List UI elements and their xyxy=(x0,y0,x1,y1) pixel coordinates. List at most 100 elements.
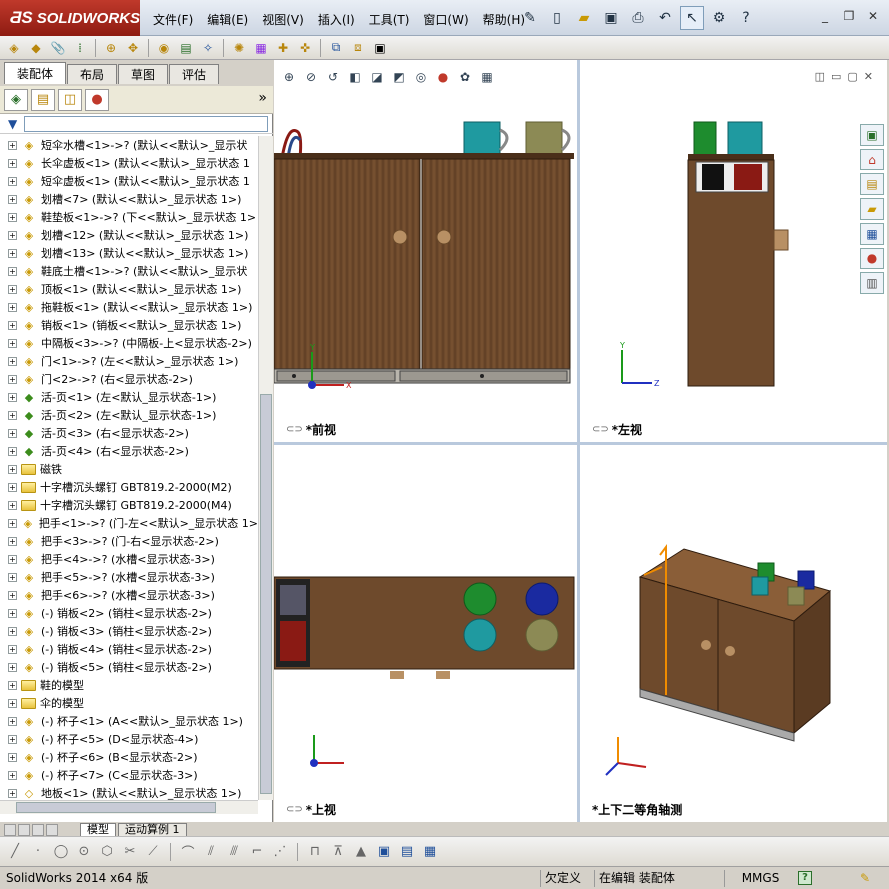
viewport-isometric[interactable]: *上下二等角轴测 xyxy=(580,445,887,822)
tree-item[interactable]: + 十字槽沉头螺钉 GBT819.2-2000(M4) xyxy=(0,496,258,514)
tree-item[interactable]: + ◈ 短伞水槽<1>->? (默认<<默认>_显示状 xyxy=(0,136,258,154)
expand-icon[interactable]: + xyxy=(8,626,17,636)
show-hidden-icon[interactable]: ◉ xyxy=(154,38,174,58)
circle-icon[interactable]: ◯ xyxy=(52,843,70,861)
expand-icon[interactable]: + xyxy=(8,338,17,348)
expand-icon[interactable]: + xyxy=(8,698,17,708)
expand-icon[interactable]: + xyxy=(8,536,17,546)
expand-icon[interactable]: + xyxy=(8,572,17,582)
expand-icon[interactable]: + xyxy=(8,464,17,474)
tree-item[interactable]: + ◈ 长伞虚板<1> (默认<<默认>_显示状态 1 xyxy=(0,154,258,172)
help-icon[interactable]: ? xyxy=(734,6,758,30)
expand-icon[interactable]: + xyxy=(8,374,17,384)
tree-item[interactable]: + ◈ 销板<1> (销板<<默认>_显示状态 1>) xyxy=(0,316,258,334)
expand-icon[interactable]: + xyxy=(8,302,17,312)
mate-icon[interactable]: 📎 xyxy=(48,38,68,58)
scroll-thumb[interactable] xyxy=(260,394,272,794)
offset-icon[interactable]: ⫽ xyxy=(202,843,220,861)
centerline-icon[interactable]: ⟋ xyxy=(144,843,162,861)
trim-icon[interactable]: ✂ xyxy=(121,843,139,861)
clearance-verification-icon[interactable]: ⧈ xyxy=(348,38,368,58)
tab-first-icon[interactable] xyxy=(4,824,16,836)
tree-item[interactable]: + 磁铁 xyxy=(0,460,258,478)
insert-component-icon[interactable]: ◆ xyxy=(26,38,46,58)
tree-item[interactable]: + ◈ 把手<6>->? (水槽<显示状态-3>) xyxy=(0,586,258,604)
tab-model[interactable]: 模型 xyxy=(80,823,116,836)
move-component-icon[interactable]: ✥ xyxy=(123,38,143,58)
top-view-model[interactable] xyxy=(274,445,577,822)
display-manager-icon[interactable]: ● xyxy=(85,88,109,111)
exploded-view-icon[interactable]: ✚ xyxy=(273,38,293,58)
select-arrow-icon[interactable]: ↖ xyxy=(680,6,704,30)
tree-item[interactable]: + 鞋的模型 xyxy=(0,676,258,694)
tree-item[interactable]: + ◆ 活-页<3> (右<显示状态-2>) xyxy=(0,424,258,442)
tree-item[interactable]: + ◈ 短伞虚板<1> (默认<<默认>_显示状态 1 xyxy=(0,172,258,190)
corner-rectangle-icon[interactable]: ⌐ xyxy=(248,843,266,861)
expand-icon[interactable]: + xyxy=(8,680,17,690)
expand-icon[interactable]: + xyxy=(8,500,17,510)
property-manager-icon[interactable]: ▤ xyxy=(31,88,55,111)
tab-evaluate[interactable]: 评估 xyxy=(169,64,220,84)
tree-item[interactable]: + ◈ 划槽<12> (默认<<默认>_显示状态 1>) xyxy=(0,226,258,244)
construction-geometry-icon[interactable]: ⋰ xyxy=(271,843,289,861)
expand-icon[interactable]: + xyxy=(8,446,17,456)
link-views-icon[interactable]: ⊂⊃ xyxy=(286,804,303,815)
open-folder-icon[interactable]: ▰ xyxy=(572,6,596,30)
tree-item[interactable]: + ◈ (-) 销板<2> (销柱<显示状态-2>) xyxy=(0,604,258,622)
expand-icon[interactable]: + xyxy=(8,194,17,204)
mirror-icon[interactable]: ⫻ xyxy=(225,843,243,861)
line-icon[interactable]: ╱ xyxy=(6,843,24,861)
tab-next-icon[interactable] xyxy=(32,824,44,836)
undo-icon[interactable]: ↶ xyxy=(653,6,677,30)
tree-item[interactable]: + ◈ (-) 杯子<7> (C<显示状态-3>) xyxy=(0,766,258,784)
block-icon[interactable]: ▣ xyxy=(375,843,393,861)
grid-icon[interactable]: ▦ xyxy=(421,843,439,861)
expand-icon[interactable]: + xyxy=(8,230,17,240)
reference-geometry-icon[interactable]: ✧ xyxy=(198,38,218,58)
tab-motion-study[interactable]: 运动算例 1 xyxy=(118,823,187,836)
tree-item[interactable]: + ◈ 鞋底土槽<1>->? (默认<<默认>_显示状 xyxy=(0,262,258,280)
menu-insert[interactable]: 插入(I) xyxy=(311,9,362,30)
tree-item[interactable]: + ◇ 地板<1> (默认<<默认>_显示状态 1>) xyxy=(0,784,258,800)
tree-item[interactable]: + ◈ 把手<4>->? (水槽<显示状态-3>) xyxy=(0,550,258,568)
configuration-manager-icon[interactable]: ◫ xyxy=(58,88,82,111)
tree-item[interactable]: + ◈ 鞋垫板<1>->? (下<<默认>_显示状态 1> xyxy=(0,208,258,226)
tree-item[interactable]: + ◈ 门<1>->? (左<<默认>_显示状态 1>) xyxy=(0,352,258,370)
expand-icon[interactable]: + xyxy=(8,644,17,654)
tab-layout[interactable]: 布局 xyxy=(67,64,118,84)
expand-icon[interactable]: + xyxy=(8,176,17,186)
tree-vertical-scrollbar[interactable] xyxy=(258,136,273,800)
expand-icon[interactable]: + xyxy=(8,770,17,780)
feature-tree-icon[interactable]: ◈ xyxy=(4,88,28,111)
expand-icon[interactable]: + xyxy=(8,392,17,402)
new-document-icon[interactable]: ▯ xyxy=(545,6,569,30)
tree-item[interactable]: + ◈ (-) 销板<3> (销柱<显示状态-2>) xyxy=(0,622,258,640)
tree-item[interactable]: + ◆ 活-页<1> (左<默认_显示状态-1>) xyxy=(0,388,258,406)
custom-properties-icon[interactable]: ▥ xyxy=(860,272,884,295)
tab-last-icon[interactable] xyxy=(46,824,58,836)
expand-icon[interactable]: + xyxy=(8,266,17,276)
viewport-horizontal-splitter[interactable] xyxy=(274,442,887,445)
link-views-icon[interactable]: ⊂⊃ xyxy=(592,424,609,435)
tree-item[interactable]: + ◈ 把手<3>->? (门-右<显示状态-2>) xyxy=(0,532,258,550)
tab-sketch[interactable]: 草图 xyxy=(118,64,169,84)
chevron-right-icon[interactable]: » xyxy=(258,90,267,106)
isometric-view-model[interactable] xyxy=(580,445,887,822)
expand-icon[interactable]: + xyxy=(8,716,17,726)
menu-view[interactable]: 视图(V) xyxy=(255,9,311,30)
expand-icon[interactable]: + xyxy=(8,428,17,438)
expand-icon[interactable]: + xyxy=(8,788,17,798)
expand-icon[interactable]: + xyxy=(8,662,17,672)
tree-item[interactable]: + 伞的模型 xyxy=(0,694,258,712)
tag-icon[interactable]: ✎ xyxy=(860,870,870,887)
status-units[interactable]: MMGS xyxy=(724,870,792,887)
tab-prev-icon[interactable] xyxy=(18,824,30,836)
expand-icon[interactable]: + xyxy=(8,752,17,762)
assembly-features-icon[interactable]: ▤ xyxy=(176,38,196,58)
expand-icon[interactable]: + xyxy=(8,608,17,618)
tree-item[interactable]: + ◈ (-) 杯子<1> (A<<默认>_显示状态 1>) xyxy=(0,712,258,730)
polygon-icon[interactable]: ⬡ xyxy=(98,843,116,861)
menu-tools[interactable]: 工具(T) xyxy=(362,9,417,30)
dimension-icon[interactable]: ⊓ xyxy=(306,843,324,861)
home-icon[interactable]: ⌂ xyxy=(860,148,884,171)
